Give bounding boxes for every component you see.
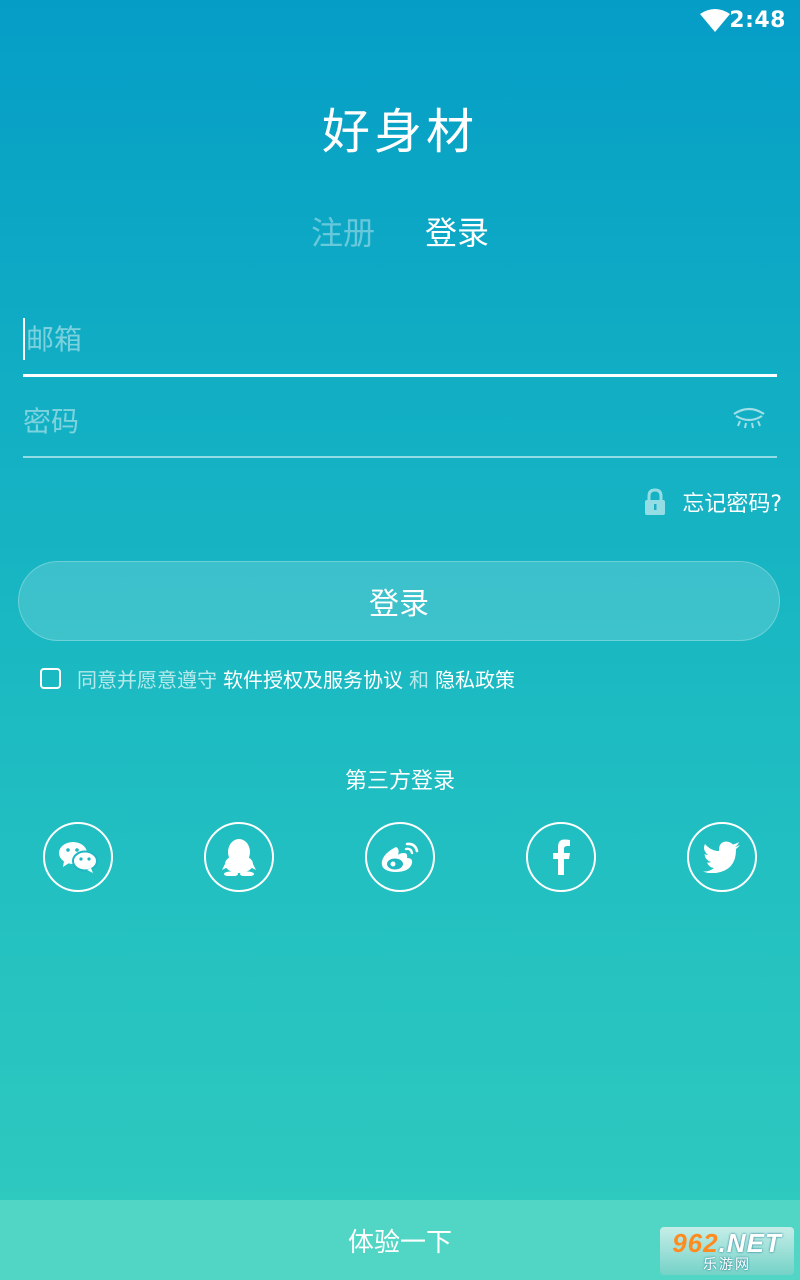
twitter-icon <box>703 841 740 873</box>
watermark-suffix: .NET <box>718 1228 782 1258</box>
email-input[interactable] <box>23 304 780 374</box>
third-party-title: 第三方登录 <box>344 769 455 794</box>
status-bar: 2:48 <box>0 0 800 40</box>
eye-closed-icon[interactable] <box>731 406 767 432</box>
agreement-prefix: 同意并愿意遵守 <box>77 668 217 692</box>
agreement-conjunction: 和 <box>409 668 429 692</box>
app-title: 好身材 <box>321 104 478 160</box>
facebook-login-button[interactable] <box>526 822 596 892</box>
wechat-icon <box>59 842 98 873</box>
weibo-login-button[interactable] <box>365 822 435 892</box>
lock-icon <box>645 488 666 515</box>
social-login-row <box>43 822 757 892</box>
qq-login-button[interactable] <box>204 822 274 892</box>
password-input[interactable] <box>23 386 713 456</box>
facebook-icon <box>553 839 570 875</box>
tab-register[interactable]: 注册 <box>311 208 375 254</box>
watermark-number: 962.NET <box>672 1228 782 1258</box>
password-field <box>23 386 777 458</box>
tab-login[interactable]: 登录 <box>425 208 489 254</box>
qq-icon <box>222 839 256 876</box>
login-button[interactable]: 登录 <box>18 561 780 641</box>
twitter-login-button[interactable] <box>687 822 757 892</box>
weibo-icon <box>381 842 419 872</box>
watermark-text: 乐游网 <box>703 1257 751 1273</box>
wechat-login-button[interactable] <box>43 822 113 892</box>
agreement-row: 同意并愿意遵守 软件授权及服务协议 和 隐私政策 <box>40 664 515 693</box>
forgot-password-label: 忘记密码? <box>682 492 782 517</box>
email-field <box>23 304 780 377</box>
agreement-checkbox[interactable] <box>40 668 61 689</box>
forgot-password-link[interactable]: 忘记密码? <box>644 486 782 518</box>
text-cursor <box>23 318 25 360</box>
privacy-link[interactable]: 隐私政策 <box>435 664 515 693</box>
auth-tabs: 注册 登录 <box>0 208 800 254</box>
watermark-logo: 962.NET 乐游网 <box>660 1227 794 1275</box>
status-time: 2:48 <box>729 8 786 33</box>
wifi-icon <box>700 9 730 32</box>
terms-link[interactable]: 软件授权及服务协议 <box>223 664 403 693</box>
